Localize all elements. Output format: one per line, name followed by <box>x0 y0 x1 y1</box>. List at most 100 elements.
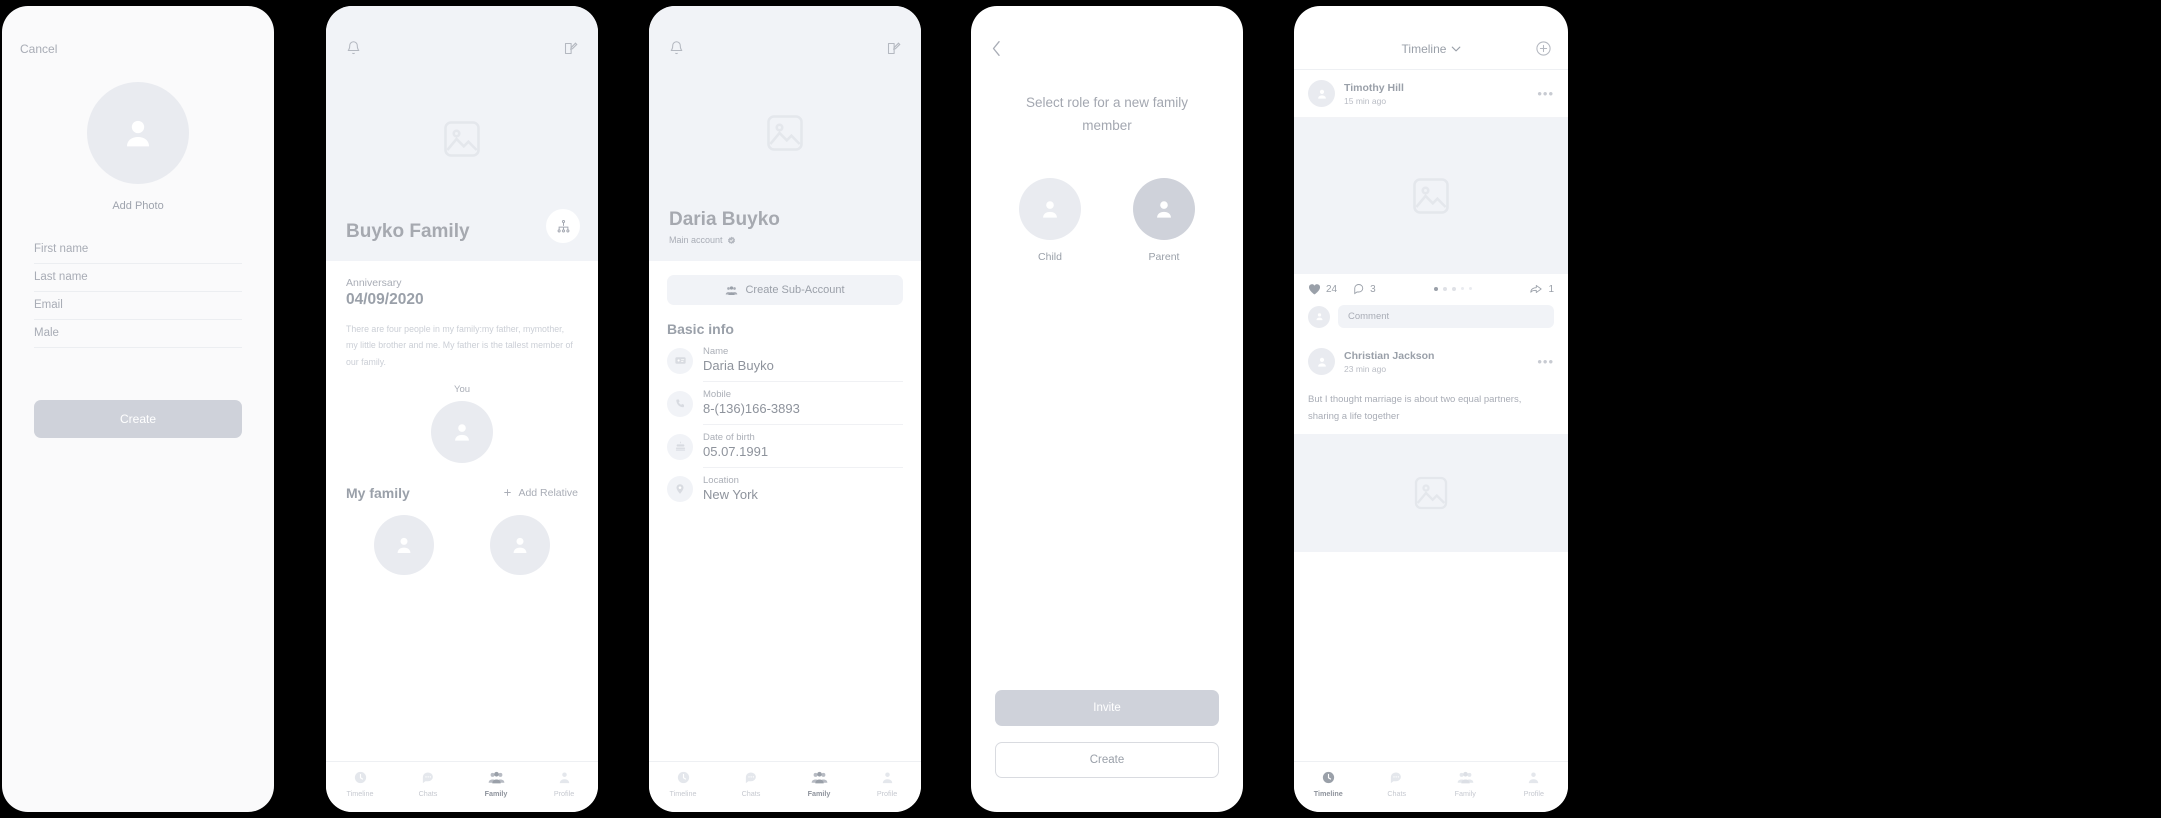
last-name-input[interactable]: Last name <box>34 264 242 292</box>
person-cover-placeholder <box>649 56 921 209</box>
info-row-content: Name Daria Buyko <box>703 339 903 382</box>
you-member[interactable]: You <box>346 384 578 463</box>
person-icon <box>1315 313 1323 321</box>
child-avatar <box>1019 177 1081 240</box>
info-row-name[interactable]: Name Daria Buyko <box>649 339 921 382</box>
create-button[interactable]: Create <box>34 400 242 438</box>
email-input[interactable]: Email <box>34 292 242 320</box>
post-menu-icon[interactable]: ••• <box>1537 86 1554 101</box>
role-option-parent[interactable]: Parent <box>1133 177 1195 263</box>
role-option-child[interactable]: Child <box>1019 177 1081 263</box>
post-actions: 24 3 1 <box>1294 274 1568 299</box>
person-icon <box>397 537 411 553</box>
relative-avatar[interactable] <box>490 514 550 575</box>
media-pager <box>1433 287 1472 291</box>
info-row-content: Location New York <box>703 468 903 510</box>
role-actions: Invite Create <box>971 690 1243 812</box>
cancel-button[interactable]: Cancel <box>2 6 274 56</box>
tab-label: Family <box>1454 789 1476 798</box>
family-tree-icon <box>557 219 569 232</box>
back-button[interactable] <box>971 6 1243 62</box>
tab-family[interactable]: Family <box>785 770 853 798</box>
comment-row: Comment <box>1294 299 1568 338</box>
family-icon <box>1457 771 1474 784</box>
info-row-mobile[interactable]: Mobile 8-(136)166-3893 <box>649 382 921 425</box>
family-tree-button[interactable] <box>546 209 580 243</box>
family-description: There are four people in my family:my fa… <box>346 324 573 367</box>
tab-profile[interactable]: Profile <box>530 770 598 798</box>
tab-profile[interactable]: Profile <box>853 770 921 798</box>
id-card-icon <box>667 347 693 374</box>
info-label: Date of birth <box>703 432 755 443</box>
create-profile-form: First name Last name Email Male <box>34 236 242 348</box>
image-placeholder-icon <box>1414 477 1448 510</box>
edit-icon[interactable] <box>886 41 901 56</box>
tab-family[interactable]: Family <box>462 770 530 798</box>
person-icon <box>1317 357 1326 367</box>
post-media-placeholder[interactable] <box>1294 434 1568 553</box>
avatar[interactable] <box>1308 348 1335 375</box>
family-icon <box>811 771 827 784</box>
info-row-location[interactable]: Location New York <box>649 468 921 510</box>
you-avatar[interactable] <box>431 400 493 463</box>
tab-label: Family <box>484 789 508 798</box>
bell-icon[interactable] <box>346 40 361 56</box>
relative-avatar[interactable] <box>374 514 434 575</box>
tab-family[interactable]: Family <box>1431 770 1500 798</box>
chat-icon <box>1391 772 1402 784</box>
family-cover-placeholder <box>326 56 598 221</box>
select-role-question: Select role for a new family member <box>1025 95 1189 133</box>
tab-profile[interactable]: Profile <box>1500 770 1569 798</box>
post-menu-icon[interactable]: ••• <box>1537 354 1554 369</box>
comment-input[interactable]: Comment <box>1338 305 1554 328</box>
add-post-icon[interactable] <box>1535 40 1552 57</box>
phone-screen-timeline: Timeline Timothy Hill 15 min ago ••• 24 … <box>1294 6 1568 812</box>
image-placeholder-icon <box>767 114 803 151</box>
add-photo-section: Add Photo <box>2 82 274 212</box>
timeline-title-dropdown[interactable]: Timeline <box>1402 42 1461 56</box>
tab-chats[interactable]: Chats <box>394 770 462 798</box>
add-relative-button[interactable]: Add Relative <box>502 487 578 499</box>
profile-icon <box>1529 772 1539 784</box>
avatar[interactable] <box>1308 80 1335 107</box>
add-photo-button[interactable] <box>87 82 189 184</box>
tab-timeline[interactable]: Timeline <box>1294 770 1363 798</box>
person-icon <box>1043 201 1057 218</box>
tab-timeline[interactable]: Timeline <box>649 770 717 798</box>
heart-icon <box>1308 284 1321 295</box>
post-author: Timothy Hill <box>1344 81 1404 94</box>
tab-label: Family <box>807 789 831 798</box>
share-action[interactable]: 1 <box>1529 283 1554 295</box>
post-media-placeholder[interactable] <box>1294 118 1568 274</box>
create-subaccount-button[interactable]: Create Sub-Account <box>667 275 903 305</box>
pin-glyph <box>676 484 684 494</box>
tab-label: Chats <box>1387 789 1407 798</box>
person-topbar <box>649 6 921 56</box>
bell-icon[interactable] <box>669 40 684 56</box>
tab-timeline[interactable]: Timeline <box>326 770 394 798</box>
anniversary-date: 04/09/2020 <box>346 291 424 308</box>
account-type-row: Main account <box>649 231 921 261</box>
like-action[interactable]: 24 <box>1308 283 1337 295</box>
tab-chats[interactable]: Chats <box>717 770 785 798</box>
tab-chats[interactable]: Chats <box>1363 770 1432 798</box>
role-label: Parent <box>1148 250 1180 263</box>
edit-icon[interactable] <box>563 41 578 56</box>
timeline-feed[interactable]: Timothy Hill 15 min ago ••• 24 3 1 Comme… <box>1294 70 1568 761</box>
comment-action[interactable]: 3 <box>1353 283 1376 295</box>
create-button[interactable]: Create <box>995 742 1219 778</box>
first-name-input[interactable]: First name <box>34 236 242 264</box>
clock-icon <box>354 771 366 784</box>
image-placeholder-icon <box>1413 178 1449 214</box>
chat-icon <box>422 772 433 784</box>
like-count: 24 <box>1326 283 1338 295</box>
invite-button[interactable]: Invite <box>995 690 1219 726</box>
add-photo-label: Add Photo <box>112 200 164 212</box>
bottom-tab-bar: Timeline Chats Family Profile <box>649 761 921 812</box>
parent-avatar <box>1133 177 1195 240</box>
clock-icon <box>677 771 689 784</box>
gender-select[interactable]: Male <box>34 320 242 348</box>
info-row-dob[interactable]: Date of birth 05.07.1991 <box>649 425 921 468</box>
person-icon <box>513 537 527 553</box>
create-subaccount-label: Create Sub-Account <box>745 284 845 296</box>
